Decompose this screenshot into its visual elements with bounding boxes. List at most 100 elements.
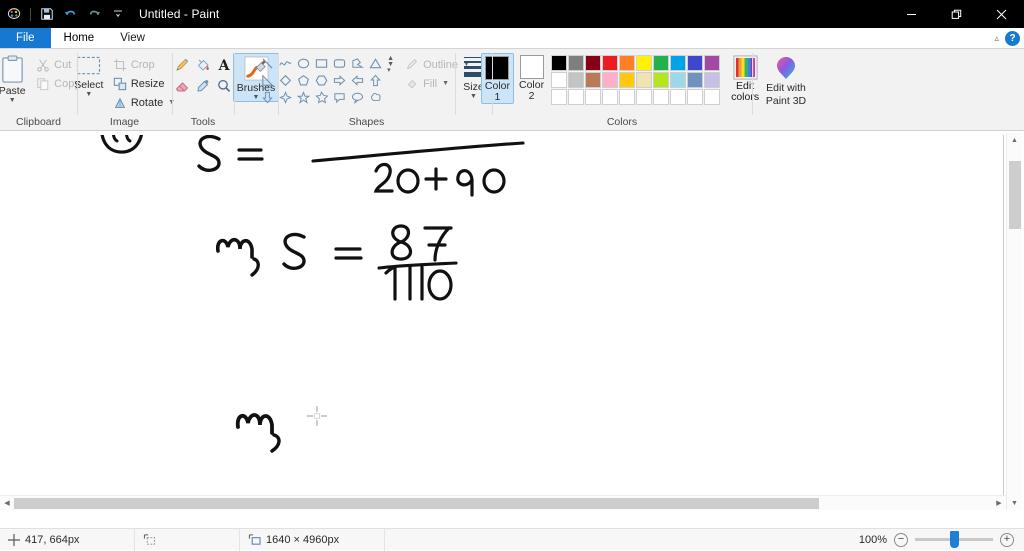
color-swatch-r3-c1[interactable]: [551, 89, 568, 105]
zoom-slider-track[interactable]: [915, 531, 993, 548]
zoom-controls[interactable]: 100% − +: [853, 529, 1024, 551]
down-arrow-shape[interactable]: [258, 89, 276, 106]
fill-with-color-icon[interactable]: [193, 55, 213, 75]
close-button[interactable]: [979, 0, 1024, 28]
color-swatch-r3-c8[interactable]: [670, 89, 687, 105]
rounded-callout-shape[interactable]: [330, 89, 348, 106]
scroll-down-icon[interactable]: ▼: [1007, 496, 1022, 510]
color-swatch-r3-c6[interactable]: [636, 89, 653, 105]
triangle-shape[interactable]: [366, 55, 384, 72]
color-palette[interactable]: [549, 53, 722, 105]
drawing-canvas[interactable]: [6, 135, 1004, 508]
tab-view[interactable]: View: [107, 28, 158, 48]
horizontal-scrollbar[interactable]: ◀ ▶: [0, 495, 1006, 510]
save-icon[interactable]: [38, 5, 55, 24]
vertical-scroll-thumb[interactable]: [1009, 161, 1021, 229]
size-caret-icon[interactable]: ▼: [470, 93, 477, 100]
color-swatch-r2-c10[interactable]: [704, 72, 721, 88]
color-swatch-r2-c8[interactable]: [670, 72, 687, 88]
color-swatch-r3-c2[interactable]: [568, 89, 585, 105]
four-point-star-shape[interactable]: [276, 89, 294, 106]
color1-button[interactable]: Color 1: [480, 53, 514, 104]
color-swatch-r3-c7[interactable]: [653, 89, 670, 105]
shapes-gallery[interactable]: [257, 53, 385, 106]
color1-swatch[interactable]: [485, 56, 510, 80]
zoom-slider-thumb[interactable]: [950, 531, 959, 548]
color-swatch-r2-c1[interactable]: [551, 72, 568, 88]
color-swatch-r2-c7[interactable]: [653, 72, 670, 88]
eraser-icon[interactable]: [172, 76, 192, 96]
select-button[interactable]: Select ▼: [68, 53, 110, 98]
canvas-work-area[interactable]: ▲ ▼ ◀ ▶: [0, 131, 1024, 528]
up-arrow-shape[interactable]: [366, 72, 384, 89]
right-triangle-shape[interactable]: [258, 72, 276, 89]
color-swatch-r1-c9[interactable]: [687, 55, 704, 71]
fill-caret-icon[interactable]: ▼: [442, 80, 449, 87]
six-point-star-shape[interactable]: [312, 89, 330, 106]
rectangle-shape[interactable]: [312, 55, 330, 72]
paint-app-icon[interactable]: [6, 5, 23, 24]
pencil-icon[interactable]: [172, 55, 192, 75]
paste-button[interactable]: Paste ▼: [0, 53, 33, 104]
scroll-up-icon[interactable]: ▲: [1007, 133, 1022, 147]
magnifier-icon[interactable]: [214, 76, 234, 96]
vertical-scrollbar[interactable]: ▲ ▼: [1006, 133, 1022, 510]
color-swatch-r1-c6[interactable]: [636, 55, 653, 71]
color-swatch-r1-c10[interactable]: [704, 55, 721, 71]
zoom-out-button[interactable]: −: [894, 532, 908, 547]
color-swatch-r2-c6[interactable]: [636, 72, 653, 88]
zoom-in-button[interactable]: +: [1000, 532, 1014, 547]
oval-shape[interactable]: [294, 55, 312, 72]
color-swatch-r1-c1[interactable]: [551, 55, 568, 71]
color-swatch-r2-c5[interactable]: [619, 72, 636, 88]
color-swatch-r1-c2[interactable]: [568, 55, 585, 71]
canvas-viewport[interactable]: [6, 135, 1004, 508]
diamond-shape[interactable]: [276, 72, 294, 89]
rounded-rectangle-shape[interactable]: [330, 55, 348, 72]
paste-caret-icon[interactable]: ▼: [9, 97, 16, 104]
color-swatch-r3-c10[interactable]: [704, 89, 721, 105]
color-swatch-r1-c5[interactable]: [619, 55, 636, 71]
curve-shape[interactable]: [276, 55, 294, 72]
oval-callout-shape[interactable]: [348, 89, 366, 106]
polygon-shape[interactable]: [348, 55, 366, 72]
edit-with-paint3d-button[interactable]: Edit with Paint 3D: [756, 53, 816, 107]
color-picker-icon[interactable]: [193, 76, 213, 96]
text-icon[interactable]: A: [214, 55, 234, 75]
color-swatch-r2-c3[interactable]: [585, 72, 602, 88]
color-swatch-r2-c9[interactable]: [687, 72, 704, 88]
color-swatch-r1-c8[interactable]: [670, 55, 687, 71]
tab-file[interactable]: File: [0, 28, 51, 48]
right-arrow-shape[interactable]: [330, 72, 348, 89]
help-icon[interactable]: ?: [1005, 31, 1020, 46]
color-swatch-r1-c3[interactable]: [585, 55, 602, 71]
color-swatch-r2-c4[interactable]: [602, 72, 619, 88]
shapes-scroll-controls[interactable]: ▲ ▼ ▾: [385, 53, 396, 76]
color-swatch-r1-c4[interactable]: [602, 55, 619, 71]
left-arrow-shape[interactable]: [348, 72, 366, 89]
shapes-more-icon[interactable]: ▾: [387, 67, 394, 74]
color-swatch-r3-c4[interactable]: [602, 89, 619, 105]
color2-swatch[interactable]: [519, 55, 544, 79]
cloud-callout-shape[interactable]: [366, 89, 384, 106]
restore-button[interactable]: [934, 0, 979, 28]
undo-icon[interactable]: [62, 5, 79, 24]
color-swatch-r3-c9[interactable]: [687, 89, 704, 105]
select-caret-icon[interactable]: ▼: [85, 91, 92, 98]
scroll-left-icon[interactable]: ◀: [0, 496, 14, 510]
redo-icon[interactable]: [86, 5, 103, 24]
color-swatch-r3-c3[interactable]: [585, 89, 602, 105]
color-swatch-r3-c5[interactable]: [619, 89, 636, 105]
tab-home[interactable]: Home: [50, 28, 108, 48]
customize-qat-icon[interactable]: [110, 5, 127, 24]
scroll-right-icon[interactable]: ▶: [992, 496, 1006, 510]
line-shape[interactable]: [258, 55, 276, 72]
five-point-star-shape[interactable]: [294, 89, 312, 106]
horizontal-scroll-thumb[interactable]: [14, 498, 819, 509]
color2-button[interactable]: Color 2: [516, 53, 547, 102]
minimize-button[interactable]: [889, 0, 934, 28]
color-swatch-r2-c2[interactable]: [568, 72, 585, 88]
collapse-ribbon-icon[interactable]: ▵: [994, 33, 999, 44]
hexagon-shape[interactable]: [312, 72, 330, 89]
pentagon-shape[interactable]: [294, 72, 312, 89]
